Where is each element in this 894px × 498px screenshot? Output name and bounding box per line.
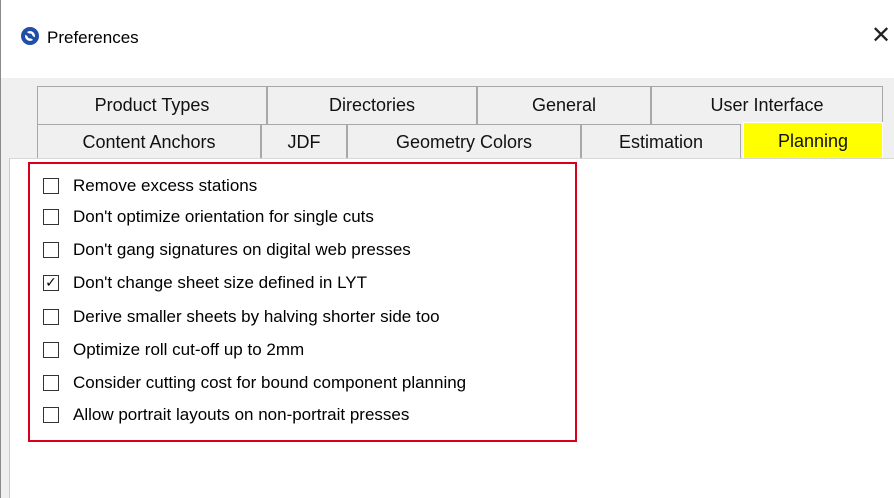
tab-user-interface[interactable]: User Interface: [651, 86, 883, 124]
tab-estimation[interactable]: Estimation: [581, 124, 741, 160]
tab-geometry-colors[interactable]: Geometry Colors: [347, 124, 581, 160]
checkbox[interactable]: [43, 375, 59, 391]
close-icon[interactable]: ✕: [867, 22, 894, 50]
option-label: Don't change sheet size defined in LYT: [73, 273, 368, 292]
option-consider-cutting-cost[interactable]: Consider cutting cost for bound componen…: [43, 373, 466, 393]
checkbox[interactable]: [43, 309, 59, 325]
tab-content-anchors[interactable]: Content Anchors: [37, 124, 261, 160]
gear-globe-icon: [21, 27, 39, 45]
tab-directories[interactable]: Directories: [267, 86, 477, 124]
tab-product-types[interactable]: Product Types: [37, 86, 267, 124]
checkbox[interactable]: [43, 178, 59, 194]
option-dont-change-sheet-size[interactable]: ✓ Don't change sheet size defined in LYT: [43, 273, 367, 293]
tab-general[interactable]: General: [477, 86, 651, 124]
tab-planning[interactable]: Planning: [743, 122, 883, 160]
title-bar[interactable]: Preferences ✕: [1, 0, 894, 78]
option-remove-excess-stations[interactable]: Remove excess stations: [43, 176, 257, 196]
checkbox[interactable]: [43, 242, 59, 258]
option-dont-gang-signatures[interactable]: Don't gang signatures on digital web pre…: [43, 240, 411, 260]
checkbox[interactable]: [43, 407, 59, 423]
checkbox[interactable]: ✓: [43, 275, 59, 291]
window-title: Preferences: [47, 28, 139, 47]
tab-jdf[interactable]: JDF: [261, 124, 347, 160]
option-label: Don't optimize orientation for single cu…: [73, 207, 374, 226]
option-label: Optimize roll cut-off up to 2mm: [73, 340, 305, 359]
highlight-box: [28, 162, 577, 442]
preferences-dialog: Preferences ✕ Product Types Directories …: [0, 0, 894, 498]
checkbox[interactable]: [43, 209, 59, 225]
option-label: Derive smaller sheets by halving shorter…: [73, 307, 440, 326]
option-label: Allow portrait layouts on non-portrait p…: [73, 405, 410, 424]
option-derive-smaller-sheets[interactable]: Derive smaller sheets by halving shorter…: [43, 307, 440, 327]
option-optimize-roll-cutoff[interactable]: Optimize roll cut-off up to 2mm: [43, 340, 304, 360]
checkbox[interactable]: [43, 342, 59, 358]
option-label: Consider cutting cost for bound componen…: [73, 373, 467, 392]
option-label: Remove excess stations: [73, 176, 258, 195]
option-label: Don't gang signatures on digital web pre…: [73, 240, 411, 259]
option-allow-portrait-layouts[interactable]: Allow portrait layouts on non-portrait p…: [43, 405, 409, 425]
option-dont-optimize-orientation[interactable]: Don't optimize orientation for single cu…: [43, 207, 374, 227]
